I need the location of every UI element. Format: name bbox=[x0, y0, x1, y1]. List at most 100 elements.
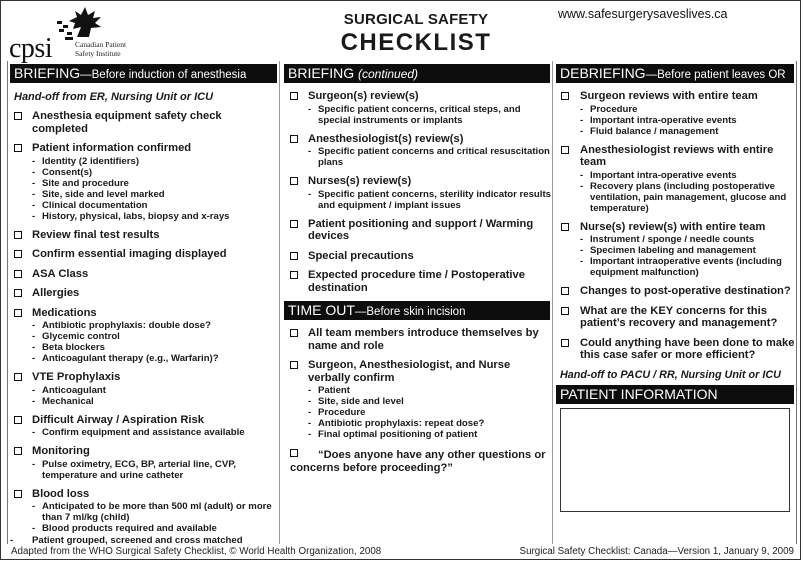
sub-item: Final optimal positioning of patient bbox=[308, 429, 552, 440]
sub-item: Site, side and level bbox=[308, 396, 552, 407]
briefing-continued-items: Surgeon(s) review(s) Specific patient con… bbox=[282, 90, 552, 294]
sub-item: Anticoagulant bbox=[32, 385, 279, 396]
checkbox[interactable] bbox=[14, 112, 22, 120]
sub-item: Clinical documentation bbox=[32, 200, 279, 211]
sub-item: Anticipated to be more than 500 ml (adul… bbox=[32, 501, 279, 523]
checkbox[interactable] bbox=[290, 177, 298, 185]
checklist-item-label: Anesthesia equipment safety check comple… bbox=[32, 110, 222, 135]
debriefing-handoff: Hand-off to PACU / RR, Nursing Unit or I… bbox=[560, 368, 781, 381]
briefing-continued-subheading: (continued) bbox=[358, 67, 419, 81]
briefing-heading: BRIEFING bbox=[14, 65, 81, 81]
checklist-item: All team members introduce themselves by… bbox=[282, 327, 552, 352]
checkbox[interactable] bbox=[14, 289, 22, 297]
sub-items: AnticoagulantMechanical bbox=[32, 385, 279, 407]
checkbox[interactable] bbox=[561, 338, 569, 347]
debriefing-subheading: —Before patient leaves OR bbox=[645, 69, 786, 81]
checkbox[interactable] bbox=[290, 251, 298, 260]
checklist-item-label: Blood loss bbox=[32, 487, 90, 500]
checklist-item-label: Surgeon reviews with entire team bbox=[580, 90, 758, 102]
checklist-item: Surgeon(s) review(s) Specific patient con… bbox=[282, 90, 552, 126]
checkbox[interactable] bbox=[14, 373, 22, 381]
sub-item: Procedure bbox=[308, 407, 552, 418]
time-out-heading: TIME OUT bbox=[288, 302, 355, 318]
debriefing-header: DEBRIEFING—Before patient leaves OR bbox=[556, 64, 794, 83]
checklist-item-label: Nurses(s) review(s) bbox=[308, 175, 412, 187]
checklist-item: VTE Prophylaxis AnticoagulantMechanical bbox=[8, 371, 279, 407]
time-out-items: All team members introduce themselves by… bbox=[282, 327, 552, 440]
checkbox[interactable] bbox=[14, 250, 22, 258]
checkbox[interactable] bbox=[290, 361, 298, 369]
checkbox[interactable] bbox=[290, 271, 298, 279]
sub-items: Instrument / sponge / needle countsSpeci… bbox=[580, 234, 796, 278]
checkbox[interactable] bbox=[14, 230, 22, 239]
sub-items: ProcedureImportant intra-operative event… bbox=[580, 104, 796, 137]
sub-item: Glycemic control bbox=[32, 331, 279, 342]
patient-information-box[interactable] bbox=[560, 407, 790, 512]
checklist-item: Difficult Airway / Aspiration RiskConfir… bbox=[8, 413, 279, 438]
debriefing-column: DEBRIEFING—Before patient leaves OR Surg… bbox=[554, 61, 797, 544]
checklist-item: Nurse(s) review(s) with entire teamInstr… bbox=[554, 220, 796, 278]
checkbox[interactable] bbox=[290, 92, 298, 100]
checkbox[interactable] bbox=[14, 308, 22, 317]
checkbox[interactable] bbox=[290, 329, 298, 337]
checkbox[interactable] bbox=[561, 222, 569, 231]
checklist-item: Anesthesiologist(s) review(s)Specific pa… bbox=[282, 132, 552, 168]
briefing-column: BRIEFING—Before induction of anesthesia … bbox=[7, 61, 280, 546]
checklist-item-label: What are the KEY concerns for this patie… bbox=[580, 304, 778, 330]
sub-item: Pulse oximetry, ECG, BP, arterial line, … bbox=[32, 459, 279, 481]
checklist-item-label: Confirm essential imaging displayed bbox=[32, 248, 227, 260]
briefing-continued-column: BRIEFING (continued) Surgeon(s) review(s… bbox=[282, 61, 553, 544]
patient-information-header: PATIENT INFORMATION bbox=[556, 384, 794, 404]
sub-item: Consent(s) bbox=[32, 167, 279, 178]
checkbox[interactable] bbox=[14, 144, 22, 152]
checkbox[interactable] bbox=[14, 269, 22, 278]
sub-item: Specimen labeling and management bbox=[580, 245, 796, 256]
checklist-item-label: Anesthesiologist(s) review(s) bbox=[308, 132, 464, 145]
checkbox[interactable] bbox=[14, 415, 22, 424]
sub-items: Antibiotic prophylaxis: double dose?Glyc… bbox=[32, 320, 279, 364]
checklist-item: Could anything have been done to make th… bbox=[554, 337, 796, 362]
checklist-item: What are the KEY concerns for this patie… bbox=[554, 305, 796, 330]
trailing-sub-item: Patient grouped, screened and cross matc… bbox=[8, 535, 279, 546]
checkbox[interactable] bbox=[561, 145, 569, 154]
title-line2: CHECKLIST bbox=[340, 29, 492, 56]
sub-items: Anticipated to be more than 500 ml (adul… bbox=[32, 501, 279, 534]
checklist-item-label: Nurse(s) review(s) with entire team bbox=[580, 220, 766, 233]
checkbox[interactable] bbox=[14, 489, 22, 498]
checklist-item-label: VTE Prophylaxis bbox=[32, 371, 121, 383]
checklist-item: Review final test results bbox=[8, 229, 279, 242]
checklist-item-label: Patient positioning and support / Warmin… bbox=[308, 217, 534, 243]
sub-item: Antibiotic prophylaxis: double dose? bbox=[32, 320, 279, 331]
sub-item: Anticoagulant therapy (e.g., Warfarin)? bbox=[32, 353, 279, 364]
checkbox[interactable] bbox=[290, 134, 298, 143]
checklist-item: Patient information confirmed Identity (2… bbox=[8, 142, 279, 222]
checkbox[interactable] bbox=[290, 449, 298, 457]
sub-item: Specific patient concerns, critical step… bbox=[308, 104, 552, 126]
checklist-item: ASA Class bbox=[8, 268, 279, 281]
footer-version: Surgical Safety Checklist: Canada—Versio… bbox=[519, 546, 794, 557]
checklist-item: Monitoring Pulse oximetry, ECG, BP, arter… bbox=[8, 445, 279, 481]
checkbox[interactable] bbox=[561, 92, 569, 100]
checklist-item-label: Difficult Airway / Aspiration Risk bbox=[32, 413, 204, 426]
sub-item: Fluid balance / management bbox=[580, 126, 796, 137]
sub-item: Blood products required and available bbox=[32, 523, 279, 534]
checkbox[interactable] bbox=[290, 219, 298, 228]
checklist-item: Anesthesiologist reviews with entire tea… bbox=[554, 144, 796, 214]
checklist-item-label: Surgeon(s) review(s) bbox=[308, 90, 419, 102]
maple-leaf-icon bbox=[57, 7, 101, 40]
sub-item: Instrument / sponge / needle counts bbox=[580, 234, 796, 245]
checklist-item: Anesthesia equipment safety check comple… bbox=[8, 110, 279, 135]
briefing-header: BRIEFING—Before induction of anesthesia bbox=[10, 64, 277, 83]
logo-subtitle: Canadian Patient Safety Institute bbox=[75, 40, 126, 58]
sub-items: Confirm equipment and assistance availab… bbox=[32, 427, 279, 438]
sub-item: Site and procedure bbox=[32, 178, 279, 189]
debriefing-heading: DEBRIEFING bbox=[560, 65, 646, 81]
footer-attribution: Adapted from the WHO Surgical Safety Che… bbox=[11, 546, 382, 557]
checkbox[interactable] bbox=[561, 287, 569, 295]
checkbox[interactable] bbox=[561, 306, 569, 315]
checklist-item: Allergies bbox=[8, 287, 279, 300]
checkbox[interactable] bbox=[14, 447, 22, 455]
checklist-page: cpsi Canadian Patient Safety Institute S… bbox=[0, 0, 801, 560]
sub-item: Beta blockers bbox=[32, 342, 279, 353]
sub-item: Identity (2 identifiers) bbox=[32, 156, 279, 167]
